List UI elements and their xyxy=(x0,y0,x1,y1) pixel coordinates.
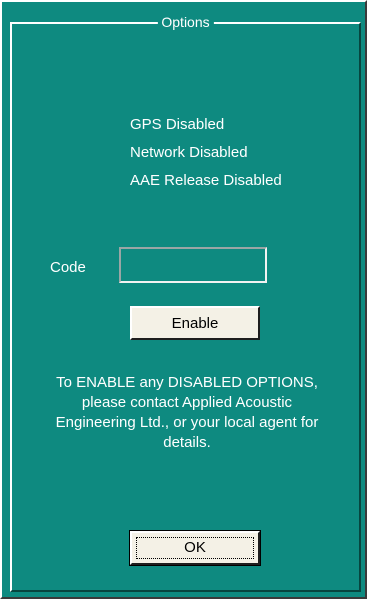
network-status: Network Disabled xyxy=(130,144,248,161)
info-line: please contact Applied Acoustic xyxy=(81,394,293,411)
gps-status: GPS Disabled xyxy=(130,116,225,133)
ok-button[interactable]: OK xyxy=(129,530,261,566)
contact-info-text: To ENABLE any DISABLED OPTIONS, please c… xyxy=(26,373,348,453)
options-dialog: Options GPS Disabled Network Disabled AA… xyxy=(0,0,367,599)
info-line: Engineering Ltd., or your local agent fo… xyxy=(55,414,319,431)
code-input[interactable] xyxy=(119,247,267,283)
aae-release-status: AAE Release Disabled xyxy=(130,172,282,189)
info-line: To ENABLE any DISABLED OPTIONS, xyxy=(56,374,318,391)
enable-button[interactable]: Enable xyxy=(130,306,260,340)
code-label: Code xyxy=(50,259,86,276)
options-group-title: Options xyxy=(157,13,214,31)
info-line: details. xyxy=(163,434,211,451)
ok-button-label: OK xyxy=(184,539,206,556)
